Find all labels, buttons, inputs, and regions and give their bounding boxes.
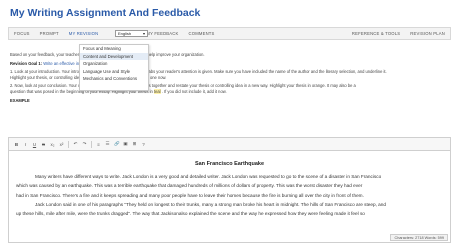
nav-prompt[interactable]: PROMPT — [35, 31, 64, 36]
underline-icon[interactable]: U — [32, 142, 37, 147]
nav-comments[interactable]: COMMENTS — [184, 31, 220, 36]
align-icon[interactable]: ☰ — [105, 141, 110, 147]
help-icon[interactable]: ? — [141, 142, 146, 147]
essay-line: up these hills, mile after mile, were th… — [16, 211, 365, 217]
toolbar-divider — [68, 140, 69, 148]
list-icon[interactable]: ≡ — [96, 142, 101, 147]
goal-step-1b-text: Highlight your thesis, or controlling id… — [10, 74, 87, 80]
instructions-panel: Based on your feedback, your teacher has… — [10, 52, 448, 106]
menu-item-mechanics-conventions[interactable]: Mechanics and Conventions — [80, 75, 148, 83]
goal-step-2b-tail: . If you did not include it, add it now. — [161, 88, 227, 94]
example-label: EXAMPLE — [10, 97, 30, 103]
menu-item-language-style[interactable]: Language Use and Style — [80, 68, 148, 76]
subscript-icon[interactable]: x₂ — [50, 142, 55, 147]
strikethrough-icon[interactable]: S — [41, 142, 46, 147]
goal-step-1b: Highlight your thesis, or controlling id… — [10, 74, 448, 81]
language-select-value: English — [118, 31, 132, 36]
revision-dropdown-menu: Focus and Meaning Content and Developmen… — [79, 44, 149, 91]
top-nav: FOCUS PROMPT MY REVISION MY FEEDBACK COM… — [8, 27, 451, 40]
word-count-status: Characters: 2718 Words: 599 — [390, 234, 448, 241]
menu-item-focus-meaning[interactable]: Focus and Meaning — [80, 45, 148, 53]
highlight-teal-label: teal — [153, 88, 161, 94]
image-icon[interactable]: ▣ — [123, 141, 128, 147]
link-icon[interactable]: 🔗 — [114, 141, 120, 147]
table-icon[interactable]: ⊞ — [132, 141, 137, 147]
page-title: My Writing Assignment And Feedback — [10, 7, 201, 19]
goal-heading: Revision Goal 1: — [10, 60, 43, 66]
essay-line: Many writers have different ways to writ… — [35, 174, 382, 179]
essay-line: had in San Francisco. There's a fire and… — [16, 192, 364, 198]
undo-icon[interactable]: ↶ — [73, 141, 78, 147]
redo-icon[interactable]: ↷ — [82, 141, 87, 147]
bold-icon[interactable]: B — [14, 142, 19, 147]
nav-revision-plan[interactable]: REVISION PLAN — [405, 31, 450, 36]
toolbar-divider — [91, 140, 92, 148]
nav-reference-tools[interactable]: REFERENCE & TOOLS — [347, 31, 405, 36]
nav-focus[interactable]: FOCUS — [9, 31, 35, 36]
essay-line: Jack London said in one of his paragraph… — [35, 201, 386, 207]
chevron-down-icon: ▾ — [142, 31, 145, 36]
revision-goal-1: Revision Goal 1: Write an effective intr… — [10, 61, 448, 67]
menu-item-organization[interactable]: Organization — [80, 60, 148, 68]
essay-editor[interactable]: San Francisco Earthquake Many writers ha… — [8, 151, 451, 243]
menu-item-content-development[interactable]: Content and Development — [80, 52, 148, 61]
superscript-icon[interactable]: x² — [59, 142, 64, 147]
instructions-intro: Based on your feedback, your teacher has… — [10, 52, 205, 57]
italic-icon[interactable]: I — [23, 142, 28, 147]
essay-title: San Francisco Earthquake — [194, 161, 265, 167]
nav-my-revision[interactable]: MY REVISION — [64, 31, 104, 36]
editor-toolbar: B I U S x₂ x² ↶ ↷ ≡ ☰ 🔗 ▣ ⊞ ? — [8, 137, 451, 151]
language-select[interactable]: English ▾ — [115, 30, 148, 37]
essay-line: which was caused by an earthquake. This … — [16, 183, 363, 189]
goal-step-2b: question that was posed in the beginning… — [10, 88, 448, 95]
essay-body: Many writers have different ways to writ… — [16, 172, 443, 218]
